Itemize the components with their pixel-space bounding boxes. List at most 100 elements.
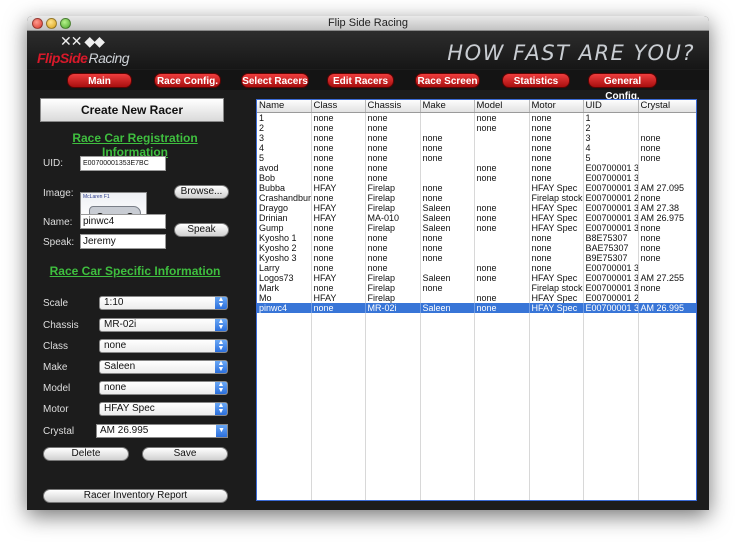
table-cell: none xyxy=(638,142,696,153)
nav-edit-racers-button[interactable]: Edit Racers xyxy=(327,73,394,88)
table-cell: HFAY xyxy=(311,202,366,213)
table-row[interactable]: Draygo HFAY Firelap Saleen none HFAY Spec E007… xyxy=(257,202,696,213)
crystal-combo[interactable]: AM 26.995 ▼ xyxy=(96,424,228,438)
table-cell: none xyxy=(365,112,421,123)
table-cell: 1 xyxy=(583,112,639,123)
model-select[interactable]: none ▲ ▼ xyxy=(99,381,228,395)
image-label: Image: xyxy=(43,188,74,199)
browse-button[interactable]: Browse... xyxy=(174,185,229,199)
table-cell: Saleen xyxy=(420,212,475,223)
table-row[interactable]: BobnonenonenonenoneE00700001 3... xyxy=(257,172,696,183)
motor-select[interactable]: HFAY Spec ▲ ▼ xyxy=(99,402,228,416)
table-cell: AM 27.38 xyxy=(638,202,696,213)
table-cell xyxy=(474,232,530,243)
table-row[interactable]: MoHFAYFirelap noneHFAY SpecE00700001 2... xyxy=(257,292,696,303)
table-cell: Firelap xyxy=(365,192,421,203)
table-row[interactable]: 2 none none none none 2 xyxy=(257,122,696,133)
table-cell: none xyxy=(420,242,475,253)
column-header-crystal[interactable]: Crystal xyxy=(638,100,696,113)
scale-select[interactable]: 1:10 ▲ ▼ xyxy=(99,296,228,310)
table-cell xyxy=(638,162,696,173)
column-header-class[interactable]: Class xyxy=(311,100,366,113)
table-cell: none xyxy=(638,222,696,233)
image-caption: McLaren F1 xyxy=(83,194,110,200)
nav-race-config-button[interactable]: Race Config. xyxy=(154,73,221,88)
table-cell xyxy=(638,292,696,303)
table-cell: Saleen xyxy=(420,272,475,283)
uid-field[interactable]: E00700001353E7BC xyxy=(80,156,166,171)
table-row[interactable]: LarrynonenonenonenoneE00700001 3... xyxy=(257,262,696,273)
create-new-racer-button[interactable]: Create New Racer xyxy=(40,98,224,122)
table-row[interactable]: 4 none none none none 4 none xyxy=(257,142,696,153)
table-cell: 1 xyxy=(257,112,312,123)
motor-label: Motor xyxy=(43,404,69,415)
table-row[interactable]: 5 none none none none 5 none xyxy=(257,152,696,163)
table-row[interactable]: pinwc4 none MR-02i Saleen none HFAY Spec E0070… xyxy=(257,302,696,313)
table-cell: AM 26.995 xyxy=(638,302,696,313)
table-row[interactable]: Mark none Firelap none Firelap stock E0070000… xyxy=(257,282,696,293)
table-row[interactable]: Drinian HFAY MA-010 Saleen none HFAY Spec E007… xyxy=(257,212,696,223)
table-empty-cell xyxy=(474,312,530,500)
table-cell: HFAY Spec xyxy=(529,202,584,213)
delete-button[interactable]: Delete xyxy=(43,447,129,461)
table-cell: Larry xyxy=(257,262,312,273)
table-cell: HFAY Spec xyxy=(529,292,584,303)
table-cell: none xyxy=(311,122,366,133)
nav-race-screen-button[interactable]: Race Screen xyxy=(415,73,480,88)
chevron-down-icon[interactable]: ▼ xyxy=(216,425,227,437)
table-cell: none xyxy=(638,192,696,203)
table-cell: none xyxy=(474,162,530,173)
racer-inventory-report-button[interactable]: Racer Inventory Report xyxy=(43,489,228,503)
name-field[interactable]: pinwc4 xyxy=(80,214,166,229)
nav-select-racers-button[interactable]: Select Racers xyxy=(241,73,309,88)
class-select[interactable]: none ▲ ▼ xyxy=(99,339,228,353)
column-header-chassis[interactable]: Chassis xyxy=(365,100,421,113)
title-bar: Flip Side Racing xyxy=(27,16,709,31)
table-cell: none xyxy=(420,182,475,193)
table-cell: avod xyxy=(257,162,312,173)
speak-field[interactable]: Jeremy xyxy=(80,234,166,249)
table-row[interactable]: 1 none none none none 1 xyxy=(257,112,696,123)
table-row[interactable]: Gump none Firelap Saleen none HFAY Spec E00700… xyxy=(257,222,696,233)
table-cell xyxy=(474,182,530,193)
table-cell: E00700001 3... xyxy=(583,302,639,313)
save-button[interactable]: Save xyxy=(142,447,228,461)
table-cell: Kyosho 1 xyxy=(257,232,312,243)
table-cell: AM 27.255 xyxy=(638,272,696,283)
table-row[interactable]: Kyosho 2 none none none none BAE75307 none xyxy=(257,242,696,253)
racers-table-container[interactable]: Name Class Chassis Make Model Motor UID Crystal… xyxy=(256,99,697,501)
table-row[interactable]: Kyosho 3 none none none none B9E75307 none xyxy=(257,252,696,263)
table-row[interactable]: Crashandburn none Firelap none Firelap stock… xyxy=(257,192,696,203)
nav-statistics-button[interactable]: Statistics xyxy=(502,73,570,88)
table-cell: none xyxy=(420,132,475,143)
app-header: ✕✕ ◆◆ FlipSideRacing HOW FAST ARE YOU? xyxy=(27,31,709,69)
table-cell: BAE75307 xyxy=(583,242,639,253)
column-header-motor[interactable]: Motor xyxy=(529,100,584,113)
table-cell: none xyxy=(529,112,584,123)
table-cell: none xyxy=(474,222,530,233)
chassis-value: MR-02i xyxy=(104,319,137,330)
table-cell: none xyxy=(638,232,696,243)
make-select[interactable]: Saleen ▲ ▼ xyxy=(99,360,228,374)
table-row[interactable]: BubbaHFAYFirelapnone HFAY SpecE00700001 3… xyxy=(257,182,696,193)
name-label: Name: xyxy=(43,217,73,228)
column-header-make[interactable]: Make xyxy=(420,100,475,113)
table-row[interactable]: avodnonenonenonenoneE00700001 3... xyxy=(257,162,696,173)
logo-main-text: FlipSide xyxy=(37,50,88,66)
table-row[interactable]: Kyosho 1 none none none none B8E75307 none xyxy=(257,232,696,243)
nav-main-button[interactable]: Main xyxy=(67,73,132,88)
table-row[interactable]: 3 none none none none 3 none xyxy=(257,132,696,143)
table-row[interactable]: Logos73 HFAY Firelap Saleen none HFAY Spec E00… xyxy=(257,272,696,283)
table-cell: E00700001 3... xyxy=(583,282,639,293)
up-down-arrows-icon: ▲ ▼ xyxy=(215,339,227,352)
table-cell: 4 xyxy=(257,142,312,153)
column-header-uid[interactable]: UID xyxy=(583,100,639,113)
class-label: Class xyxy=(43,341,69,352)
speak-button[interactable]: Speak xyxy=(174,223,229,237)
table-cell: HFAY Spec xyxy=(529,222,584,233)
nav-general-config-button[interactable]: General Config. xyxy=(588,73,657,102)
column-header-name[interactable]: Name xyxy=(257,100,312,113)
chassis-select[interactable]: MR-02i ▲ ▼ xyxy=(99,318,228,332)
table-cell xyxy=(420,172,475,183)
column-header-model[interactable]: Model xyxy=(474,100,530,113)
